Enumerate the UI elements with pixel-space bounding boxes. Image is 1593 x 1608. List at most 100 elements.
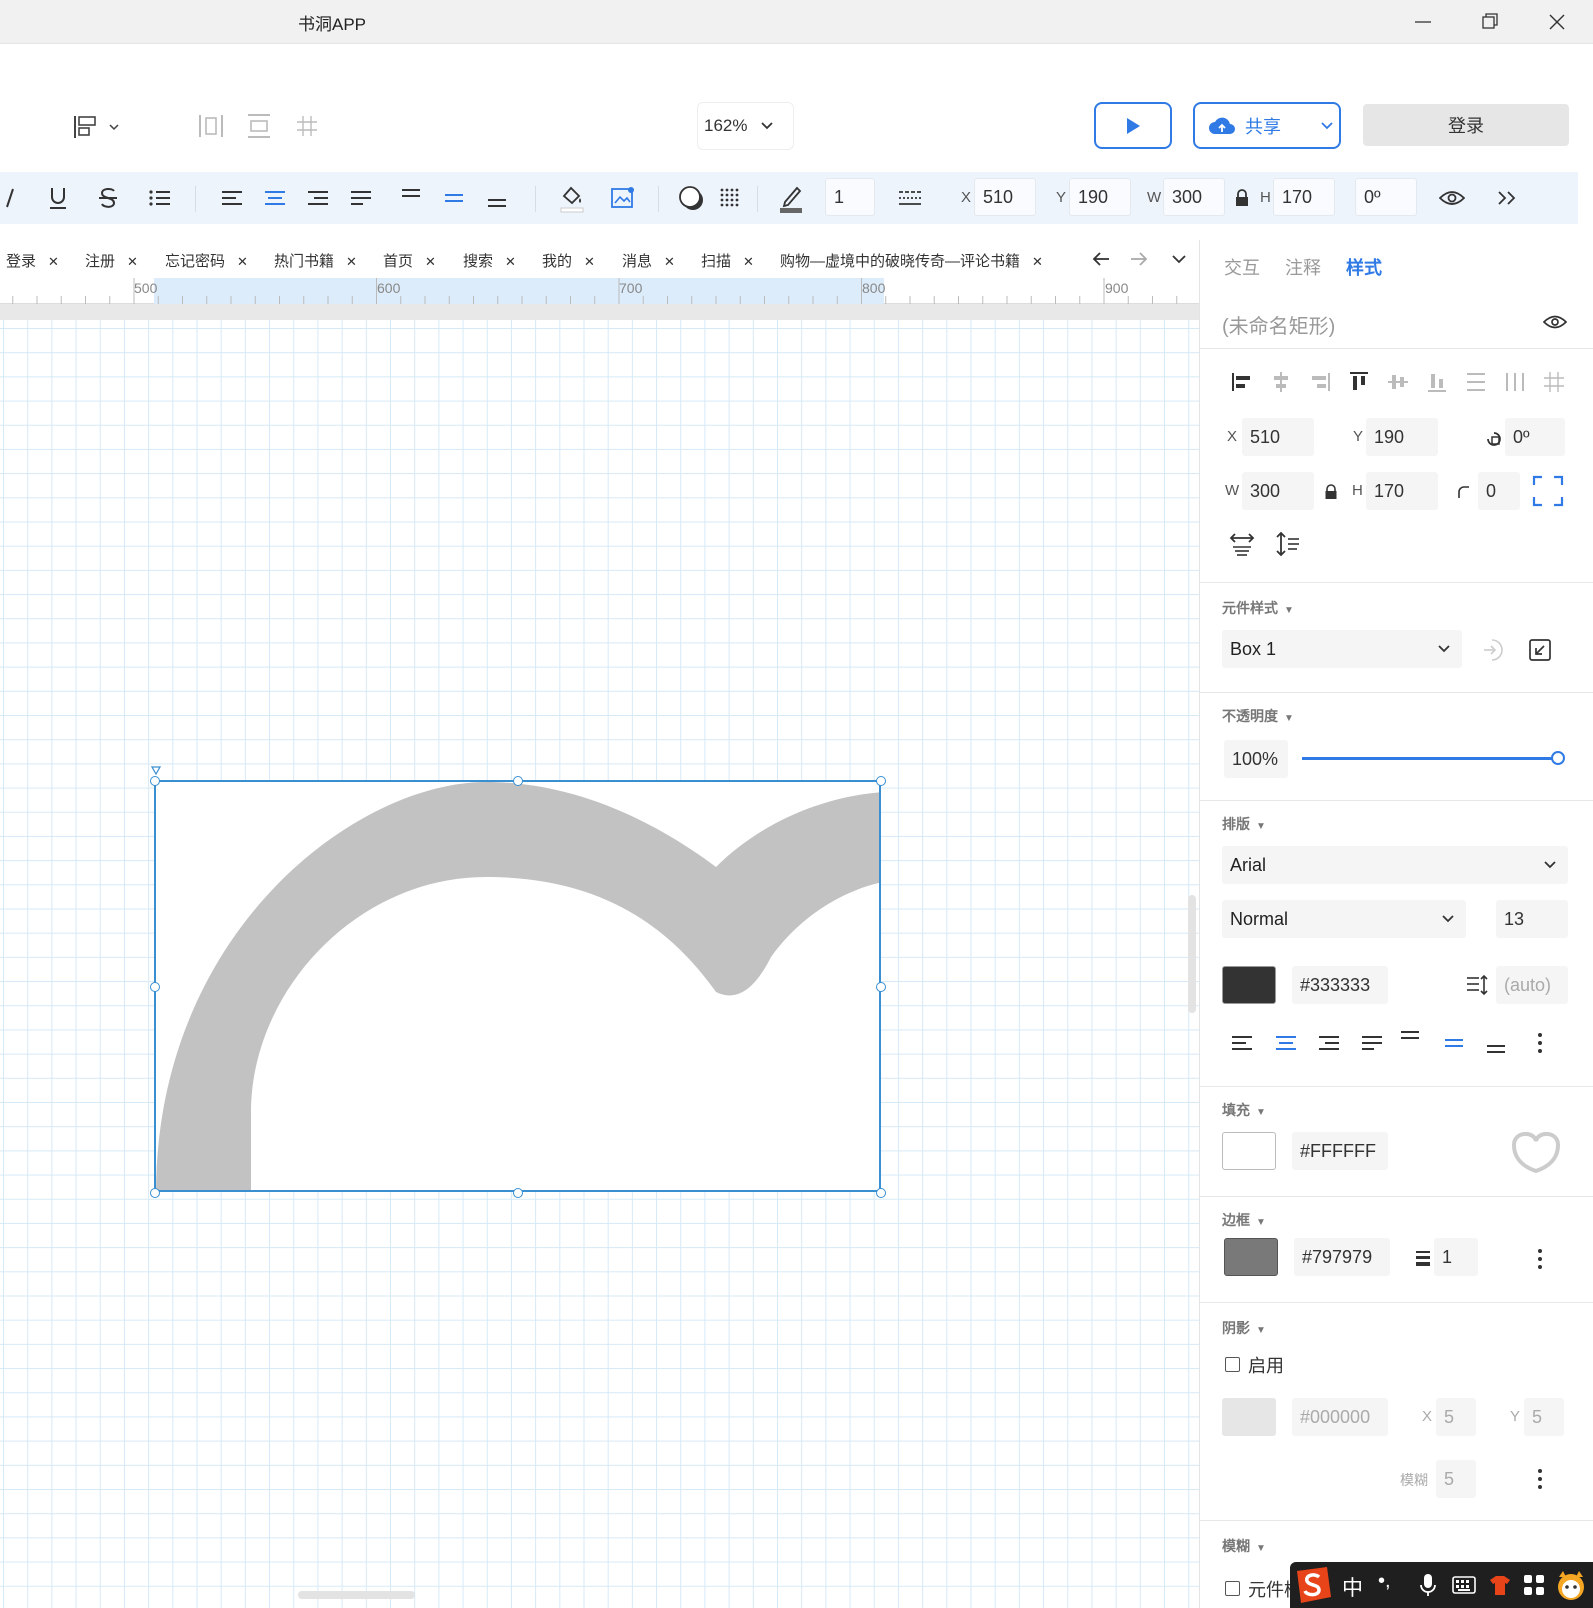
font-weight-select[interactable]: Normal [1222,900,1466,938]
distribute-h-button[interactable] [1503,370,1527,394]
more-tools-button[interactable] [1490,172,1524,224]
grid-button[interactable] [294,112,320,140]
close-icon[interactable]: ✕ [127,254,138,269]
opacity-slider-thumb[interactable] [1551,751,1565,765]
resize-handle[interactable] [513,1188,523,1198]
shadow-blur-input[interactable]: 5 [1436,1460,1476,1498]
fill-color-button[interactable] [557,172,587,224]
share-button[interactable]: 共享 [1193,102,1341,149]
typography-section[interactable]: 排版 ▼ [1222,814,1266,834]
panel-x-input[interactable]: 510 [1242,418,1314,456]
tab-search[interactable]: 搜索 ✕ [463,250,516,271]
tab-scroll-left-button[interactable] [1090,248,1112,270]
fill-shape-preview[interactable] [1508,1130,1564,1174]
mascot-icon[interactable] [1554,1568,1588,1602]
login-button[interactable]: 登录 [1363,104,1569,146]
bullet-list-button[interactable] [146,172,174,224]
align-center-button[interactable] [261,172,289,224]
opacity-section[interactable]: 不透明度 ▼ [1222,706,1294,726]
shadow-more-button[interactable] [1530,1466,1550,1492]
element-visibility-button[interactable] [1540,310,1570,334]
tab-style[interactable]: 样式 [1346,254,1382,280]
shadow-color-swatch[interactable] [1222,1398,1276,1436]
h-input[interactable]: 170 [1273,178,1335,216]
fill-color-swatch[interactable] [1222,1132,1276,1170]
distribute-vertical-button[interactable] [246,112,272,140]
tab-messages[interactable]: 消息 ✕ [622,250,675,271]
text-valign-middle-button[interactable] [1440,1030,1468,1056]
valign-middle-button[interactable] [440,172,468,224]
shape-shadow-button[interactable] [676,172,706,224]
text-valign-bottom-button[interactable] [1482,1032,1510,1058]
close-icon[interactable]: ✕ [237,254,248,269]
text-valign-top-button[interactable] [1396,1026,1424,1052]
toolbox-icon[interactable] [1520,1572,1548,1598]
resize-handle[interactable] [876,1188,886,1198]
border-section[interactable]: 边框 ▼ [1222,1210,1266,1230]
preview-button[interactable] [1094,102,1172,149]
panel-h-input[interactable]: 170 [1366,472,1438,510]
independent-corners-button[interactable] [1530,474,1566,508]
text-align-center-button[interactable] [1272,1030,1300,1056]
resize-handle[interactable] [150,776,160,786]
widget-blur-checkbox[interactable] [1225,1581,1240,1596]
resize-handle[interactable] [513,776,523,786]
align-left-edges-button[interactable] [1230,370,1254,394]
distribute-horizontal-button[interactable] [198,112,224,140]
tab-mine[interactable]: 我的 ✕ [542,250,595,271]
x-input[interactable]: 510 [974,178,1036,216]
valign-top-button[interactable] [397,172,425,224]
close-icon[interactable]: ✕ [584,254,595,269]
align-horizontal-center-button[interactable] [1269,370,1293,394]
text-align-right-button[interactable] [1315,1030,1343,1056]
visibility-button[interactable] [1434,172,1470,224]
panel-grid-button[interactable] [1542,370,1566,394]
panel-w-input[interactable]: 300 [1242,472,1314,510]
border-more-button[interactable] [1530,1246,1550,1272]
border-color-swatch[interactable] [1224,1238,1278,1276]
apply-style-button[interactable] [1478,636,1506,664]
ime-punctuation-indicator[interactable]: •, [1378,1570,1391,1593]
shadow-y-input[interactable]: 5 [1524,1398,1564,1436]
italic-button[interactable] [0,172,20,224]
horizontal-scrollbar[interactable] [298,1591,415,1599]
selected-rectangle[interactable] [154,780,881,1192]
tab-home[interactable]: 首页 ✕ [383,250,436,271]
opacity-slider-track[interactable] [1302,751,1565,765]
resize-handle[interactable] [876,982,886,992]
tab-forgot-password[interactable]: 忘记密码 ✕ [165,250,248,271]
font-family-select[interactable]: Arial [1222,846,1568,884]
valign-bottom-button[interactable] [483,172,511,224]
widget-style-section[interactable]: 元件样式 ▼ [1222,598,1294,618]
keyboard-icon[interactable] [1450,1572,1478,1598]
text-justify-button[interactable] [1358,1030,1386,1056]
align-bottom-edges-button[interactable] [1425,370,1449,394]
text-color-input[interactable]: #333333 [1292,966,1388,1004]
align-right-button[interactable] [304,172,332,224]
resize-handle[interactable] [876,776,886,786]
align-top-edges-button[interactable] [1347,370,1371,394]
design-canvas[interactable] [0,320,1199,1608]
close-icon[interactable]: ✕ [1032,254,1043,269]
text-align-left-button[interactable] [1228,1030,1256,1056]
tab-list-button[interactable] [1168,248,1190,270]
close-icon[interactable]: ✕ [48,254,59,269]
fill-section[interactable]: 填充 ▼ [1222,1100,1266,1120]
stroke-color-button[interactable] [776,172,806,224]
panel-y-input[interactable]: 190 [1366,418,1438,456]
tab-book-review[interactable]: 购物—虚境中的破晓传奇—评论书籍 ✕ [780,250,1043,271]
font-size-input[interactable]: 13 [1496,900,1568,938]
border-color-input[interactable]: #797979 [1294,1238,1390,1276]
dash-style-button[interactable] [895,172,925,224]
rotation-input[interactable]: 0º [1355,178,1417,216]
ime-mode-indicator[interactable]: 中 [1342,1572,1363,1602]
close-icon[interactable]: ✕ [505,254,516,269]
w-input[interactable]: 300 [1163,178,1225,216]
border-width-input[interactable]: 1 [1434,1238,1478,1276]
vertical-scrollbar[interactable] [1188,895,1196,1013]
skin-icon[interactable] [1486,1572,1514,1598]
resize-handle[interactable] [150,982,160,992]
lock-ratio-button[interactable] [1232,172,1252,224]
justify-button[interactable] [347,172,375,224]
opacity-input[interactable]: 100% [1224,740,1288,778]
